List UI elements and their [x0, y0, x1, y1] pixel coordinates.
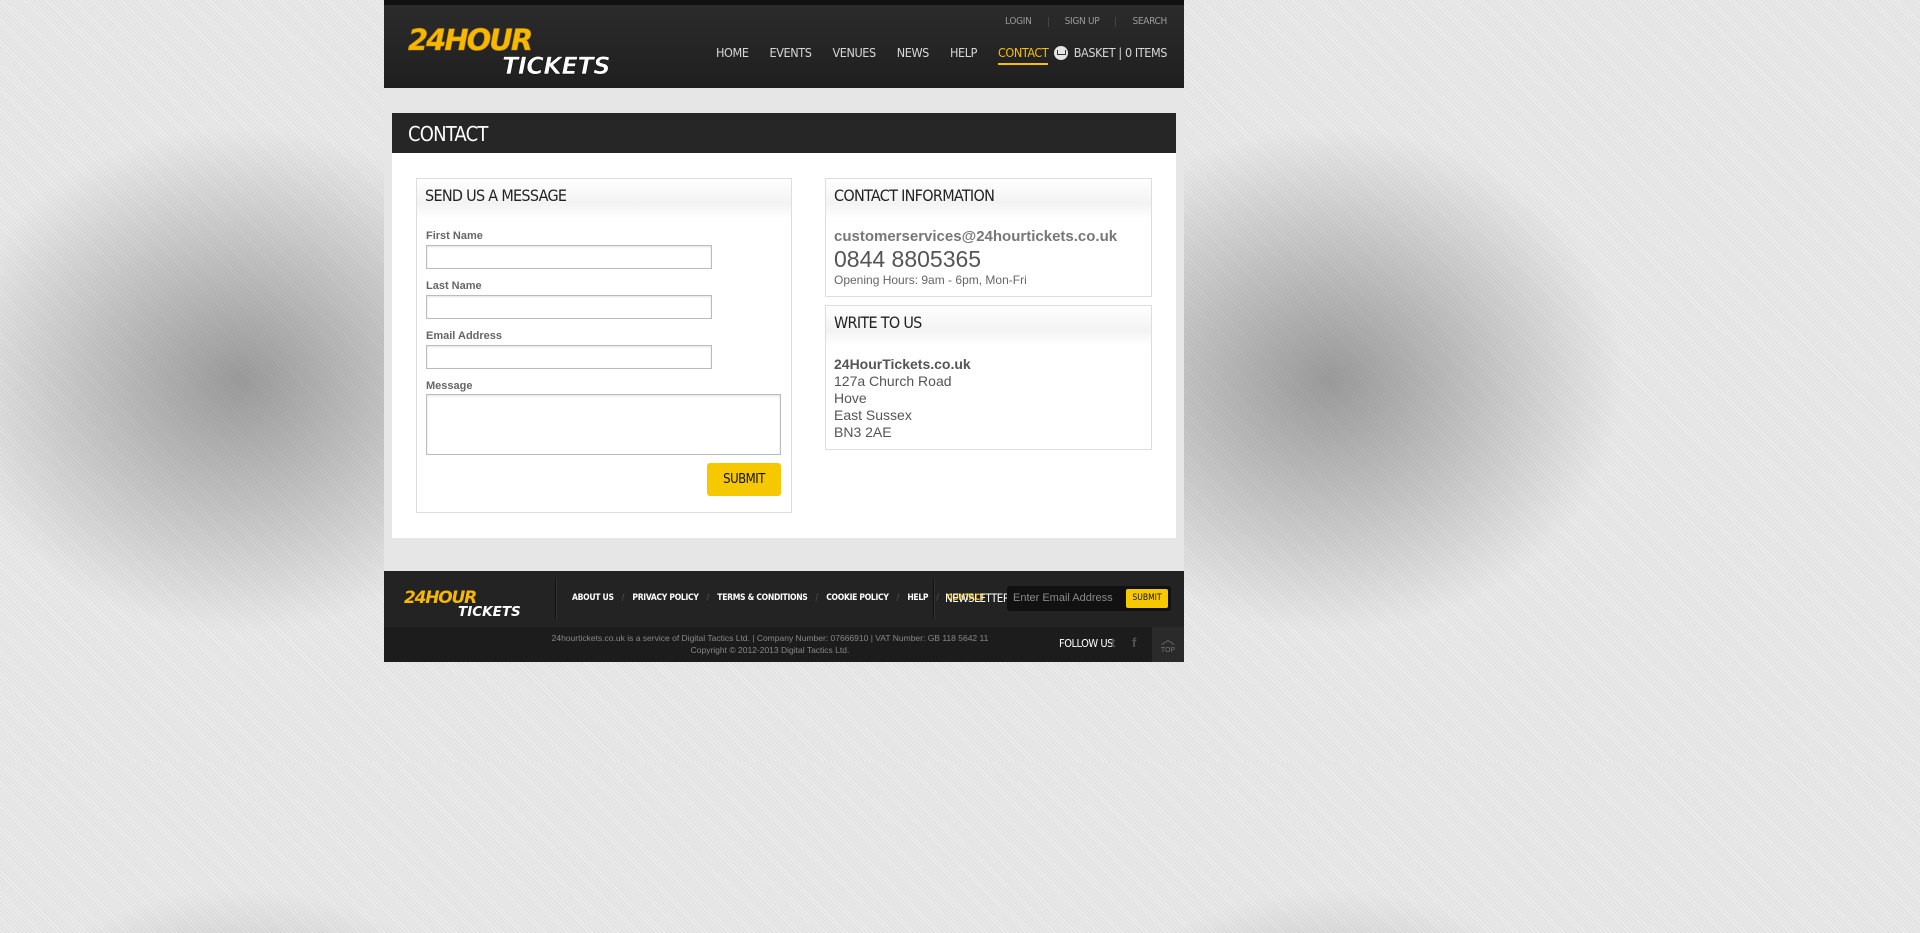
nav-news[interactable]: NEWS — [897, 45, 930, 65]
message-label: Message — [426, 380, 473, 392]
copyright-text: Copyright © 2012-2013 Digital Tactics Lt… — [690, 645, 850, 655]
newsletter-email-input[interactable]: Enter Email Address SUBMIT — [1007, 586, 1171, 611]
logo-bottom-text: TICKETS — [502, 52, 610, 77]
signup-link[interactable]: SIGN UP — [1065, 16, 1100, 27]
site-footer: 24HOUR TICKETS ABOUT US / PRIVACY POLICY… — [384, 571, 1184, 662]
back-to-top-button[interactable]: ︿ TOP — [1152, 627, 1184, 662]
contact-form-panel: SEND US A MESSAGE First Name Last Name E… — [416, 178, 792, 513]
top-links: LOGIN SIGN UP SEARCH — [1005, 16, 1167, 27]
last-name-input[interactable] — [426, 295, 712, 319]
panel-header: SEND US A MESSAGE — [417, 179, 791, 219]
first-name-input[interactable] — [426, 245, 712, 269]
footer-top: 24HOUR TICKETS ABOUT US / PRIVACY POLICY… — [384, 571, 1184, 627]
address-postcode: BN3 2AE — [834, 424, 892, 440]
footer-logo[interactable]: 24HOUR TICKETS — [403, 586, 533, 618]
page-title: CONTACT — [408, 122, 488, 146]
footer-privacy-link[interactable]: PRIVACY POLICY — [632, 593, 698, 603]
follow-us-label: FOLLOW US — [1059, 637, 1113, 650]
submit-button[interactable]: SUBMIT — [707, 463, 781, 496]
contact-info-panel: CONTACT INFORMATION customerservices@24h… — [825, 178, 1152, 297]
top-label: TOP — [1160, 647, 1176, 654]
panel-header: CONTACT INFORMATION — [826, 179, 1151, 219]
footer-help-link[interactable]: HELP — [907, 593, 928, 603]
contact-phone: 0844 8805365 — [834, 246, 982, 272]
cart-icon — [1053, 45, 1068, 60]
page-content: SEND US A MESSAGE First Name Last Name E… — [392, 153, 1176, 538]
search-link[interactable]: SEARCH — [1132, 16, 1167, 27]
message-textarea[interactable] — [426, 394, 781, 455]
divider — [933, 579, 935, 619]
footer-about-link[interactable]: ABOUT US — [572, 593, 614, 603]
address-line: Hove — [834, 390, 867, 406]
login-link[interactable]: LOGIN — [1005, 16, 1032, 27]
footer-logo-bottom: TICKETS — [458, 604, 521, 618]
first-name-label: First Name — [426, 230, 483, 242]
basket-link[interactable]: BASKET | 0 ITEMS — [1053, 45, 1168, 60]
nav-help[interactable]: HELP — [950, 45, 977, 65]
address-company: 24HourTickets.co.uk — [834, 356, 971, 372]
divider — [1115, 16, 1117, 27]
write-to-us-panel: WRITE TO US 24HourTickets.co.uk 127a Chu… — [825, 305, 1152, 450]
separator: / — [896, 593, 900, 603]
footer-nav: ABOUT US / PRIVACY POLICY / TERMS & COND… — [572, 593, 985, 603]
legal-text: 24hourtickets.co.uk is a service of Digi… — [551, 633, 989, 643]
last-name-label: Last Name — [426, 280, 482, 292]
nav-home[interactable]: HOME — [716, 45, 749, 65]
separator: / — [815, 593, 819, 603]
page-title-bar: CONTACT — [392, 113, 1176, 153]
separator: / — [936, 593, 939, 603]
contact-info-title: CONTACT INFORMATION — [834, 186, 995, 205]
write-to-us-title: WRITE TO US — [834, 313, 922, 332]
opening-hours: Opening Hours: 9am - 6pm, Mon-Fri — [834, 273, 1027, 287]
site-container: 24HOUR TICKETS LOGIN SIGN UP SEARCH HOME… — [384, 0, 1184, 662]
separator: / — [621, 593, 625, 603]
address-line: East Sussex — [834, 407, 912, 423]
panel-header: WRITE TO US — [826, 306, 1151, 346]
newsletter-placeholder: Enter Email Address — [1013, 592, 1113, 604]
footer-cookie-link[interactable]: COOKIE POLICY — [826, 593, 889, 603]
footer-terms-link[interactable]: TERMS & CONDITIONS — [717, 593, 808, 603]
form-title: SEND US A MESSAGE — [425, 186, 567, 205]
site-logo[interactable]: 24HOUR TICKETS — [406, 21, 634, 77]
nav-contact[interactable]: CONTACT — [997, 45, 1049, 65]
twitter-icon[interactable]: t — [1111, 636, 1123, 650]
basket-label: BASKET | 0 ITEMS — [1073, 45, 1168, 60]
address-line: 127a Church Road — [834, 373, 952, 389]
divider — [555, 579, 557, 619]
contact-email[interactable]: customerservices@24hourtickets.co.uk — [834, 228, 1117, 245]
newsletter-label: NEWSLETTER — [945, 591, 1010, 605]
newsletter-submit-button[interactable]: SUBMIT — [1126, 589, 1168, 608]
chevron-up-icon: ︿ — [1161, 631, 1175, 647]
nav-venues[interactable]: VENUES — [832, 45, 876, 65]
main-nav: HOME EVENTS VENUES NEWS HELP CONTACT — [716, 45, 1069, 65]
email-label: Email Address — [426, 330, 503, 342]
facebook-icon[interactable]: f — [1132, 636, 1144, 650]
separator: / — [706, 593, 710, 603]
nav-events[interactable]: EVENTS — [770, 45, 812, 65]
footer-bottom: 24hourtickets.co.uk is a service of Digi… — [384, 627, 1184, 662]
site-header: 24HOUR TICKETS LOGIN SIGN UP SEARCH HOME… — [384, 0, 1184, 88]
email-input[interactable] — [426, 345, 712, 369]
divider — [1047, 16, 1049, 27]
